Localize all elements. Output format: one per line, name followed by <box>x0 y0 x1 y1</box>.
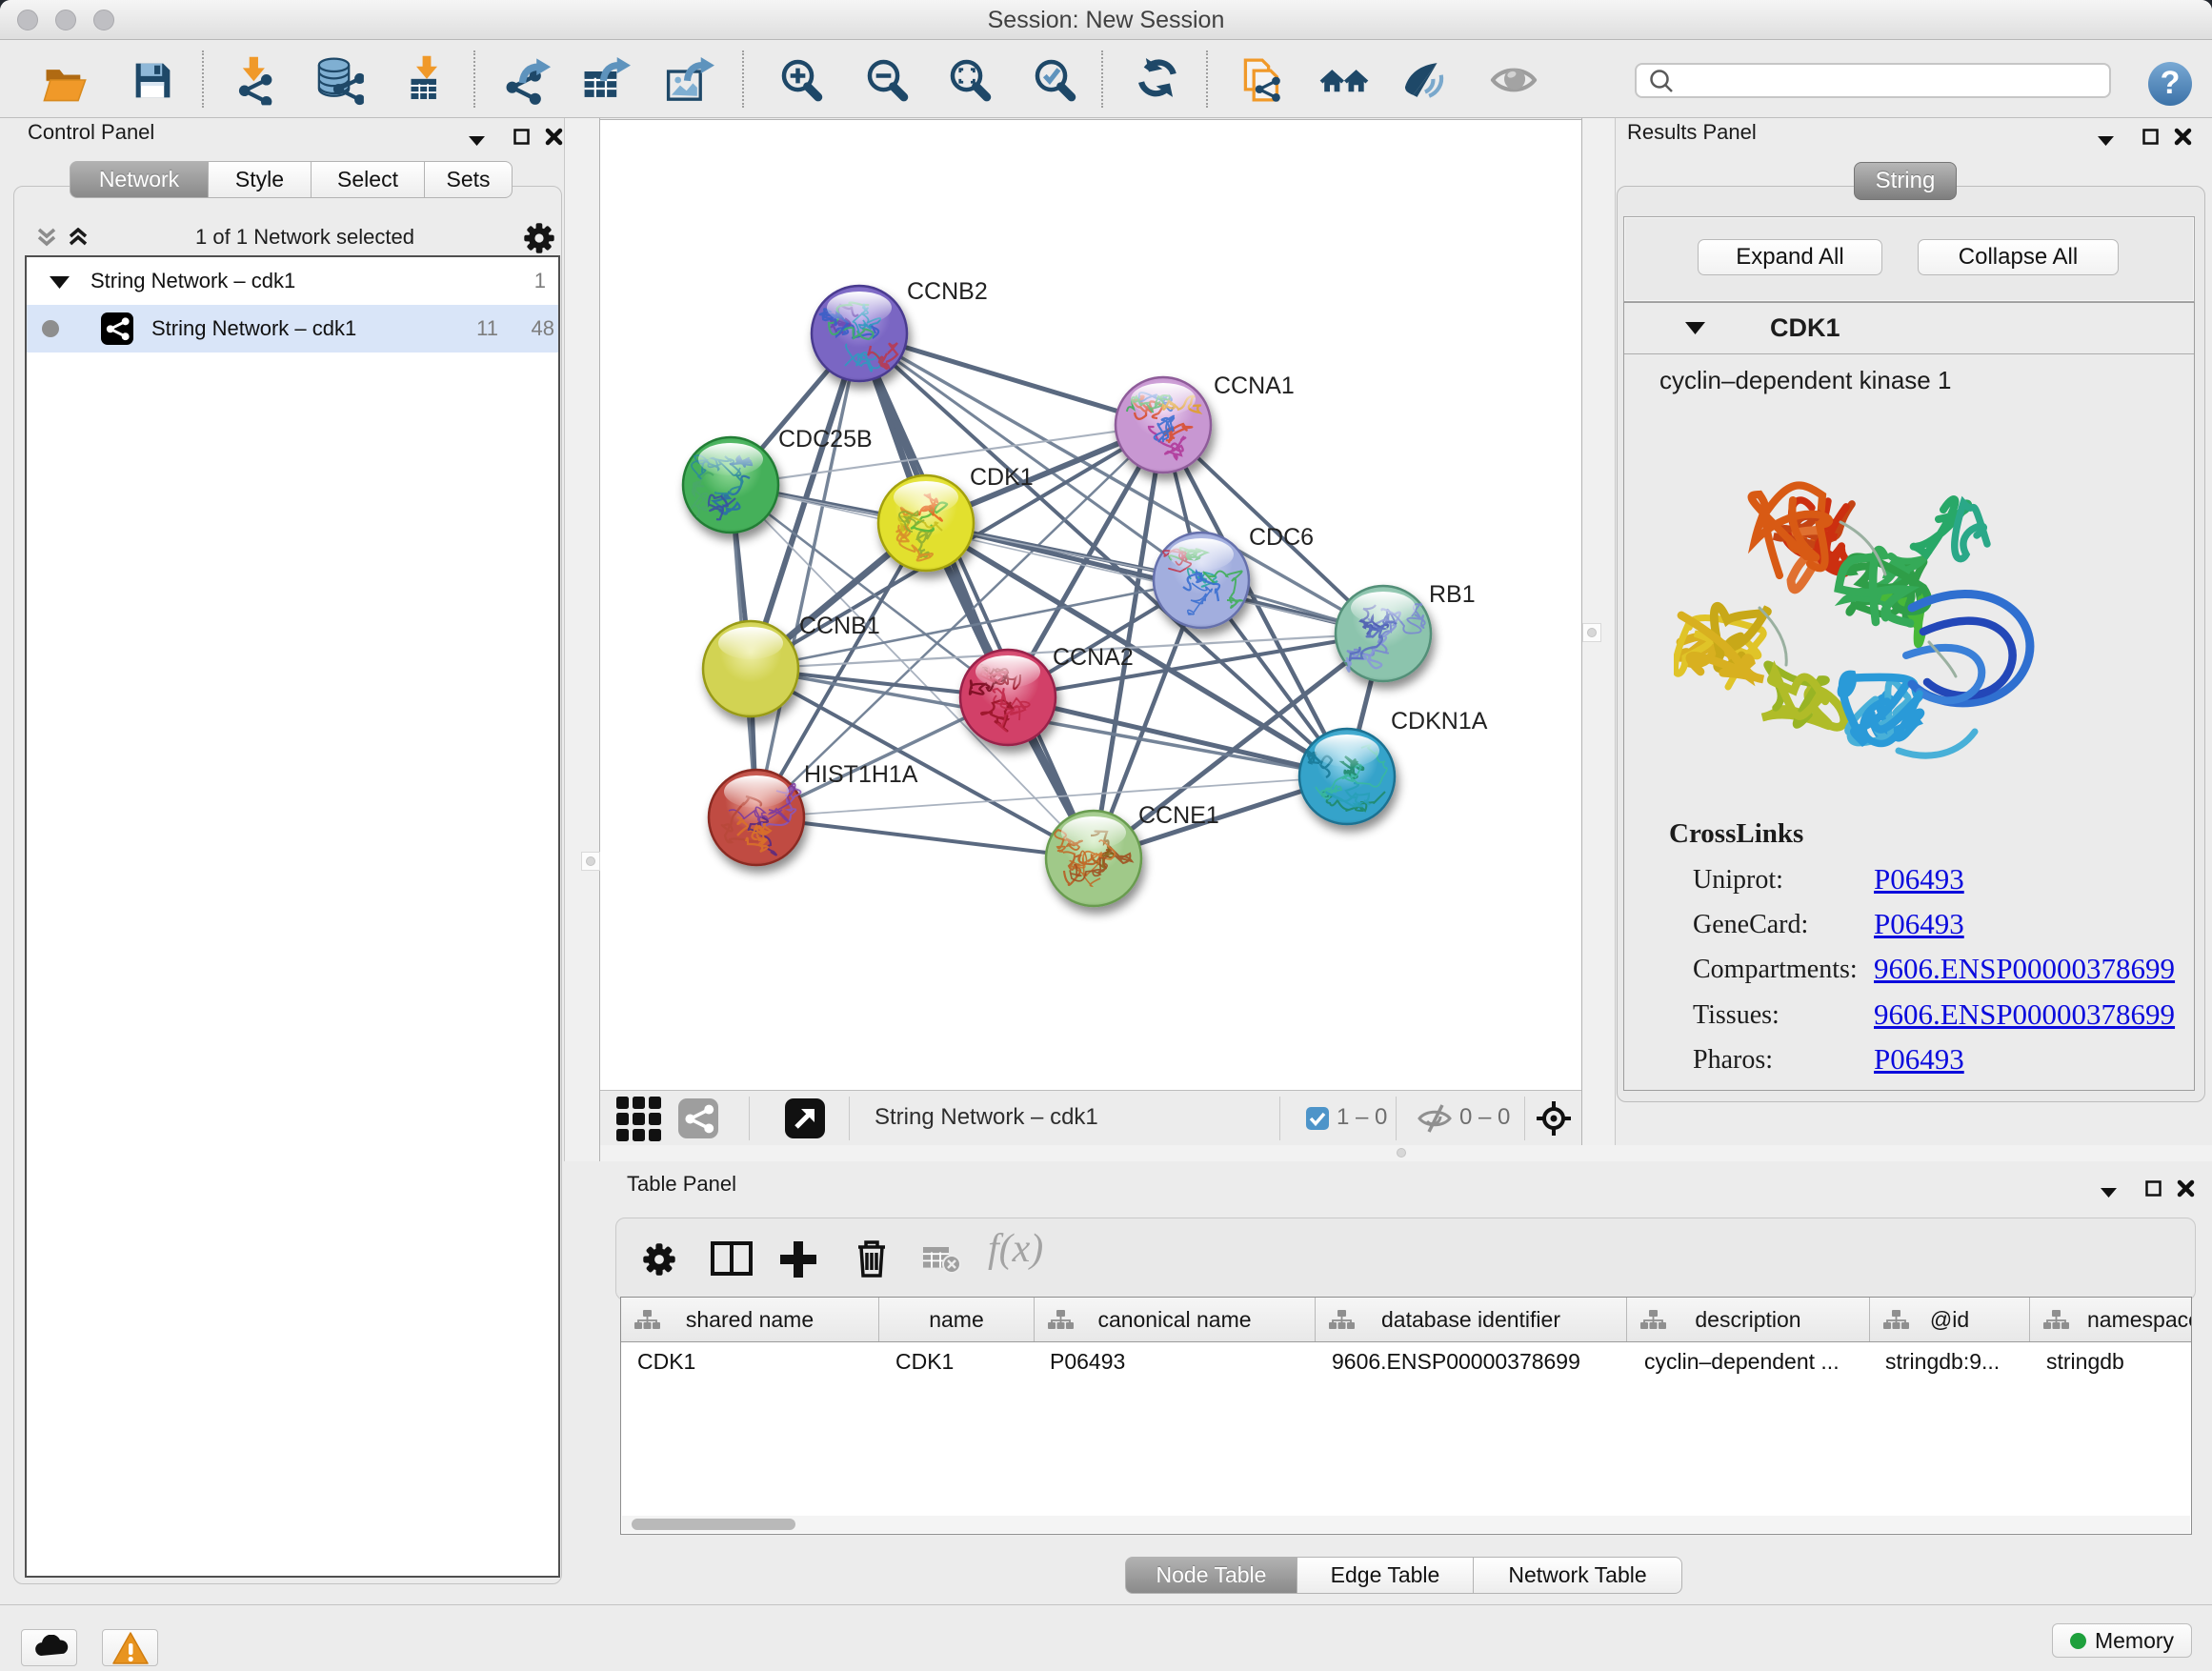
svg-text:CCNE1: CCNE1 <box>1138 802 1219 829</box>
svg-text:?: ? <box>2161 65 2181 101</box>
svg-text:CDC25B: CDC25B <box>778 426 873 453</box>
svg-text:RB1: RB1 <box>1429 581 1476 608</box>
svg-text:CDK1: CDK1 <box>970 464 1034 491</box>
svg-text:CCNA2: CCNA2 <box>1053 644 1134 671</box>
svg-text:HIST1H1A: HIST1H1A <box>804 761 918 788</box>
svg-text:CDC6: CDC6 <box>1249 524 1314 551</box>
svg-text:CDKN1A: CDKN1A <box>1391 708 1488 735</box>
svg-text:CCNB1: CCNB1 <box>799 613 880 639</box>
svg-text:CCNB2: CCNB2 <box>907 278 988 305</box>
svg-text:CCNA1: CCNA1 <box>1214 372 1295 399</box>
